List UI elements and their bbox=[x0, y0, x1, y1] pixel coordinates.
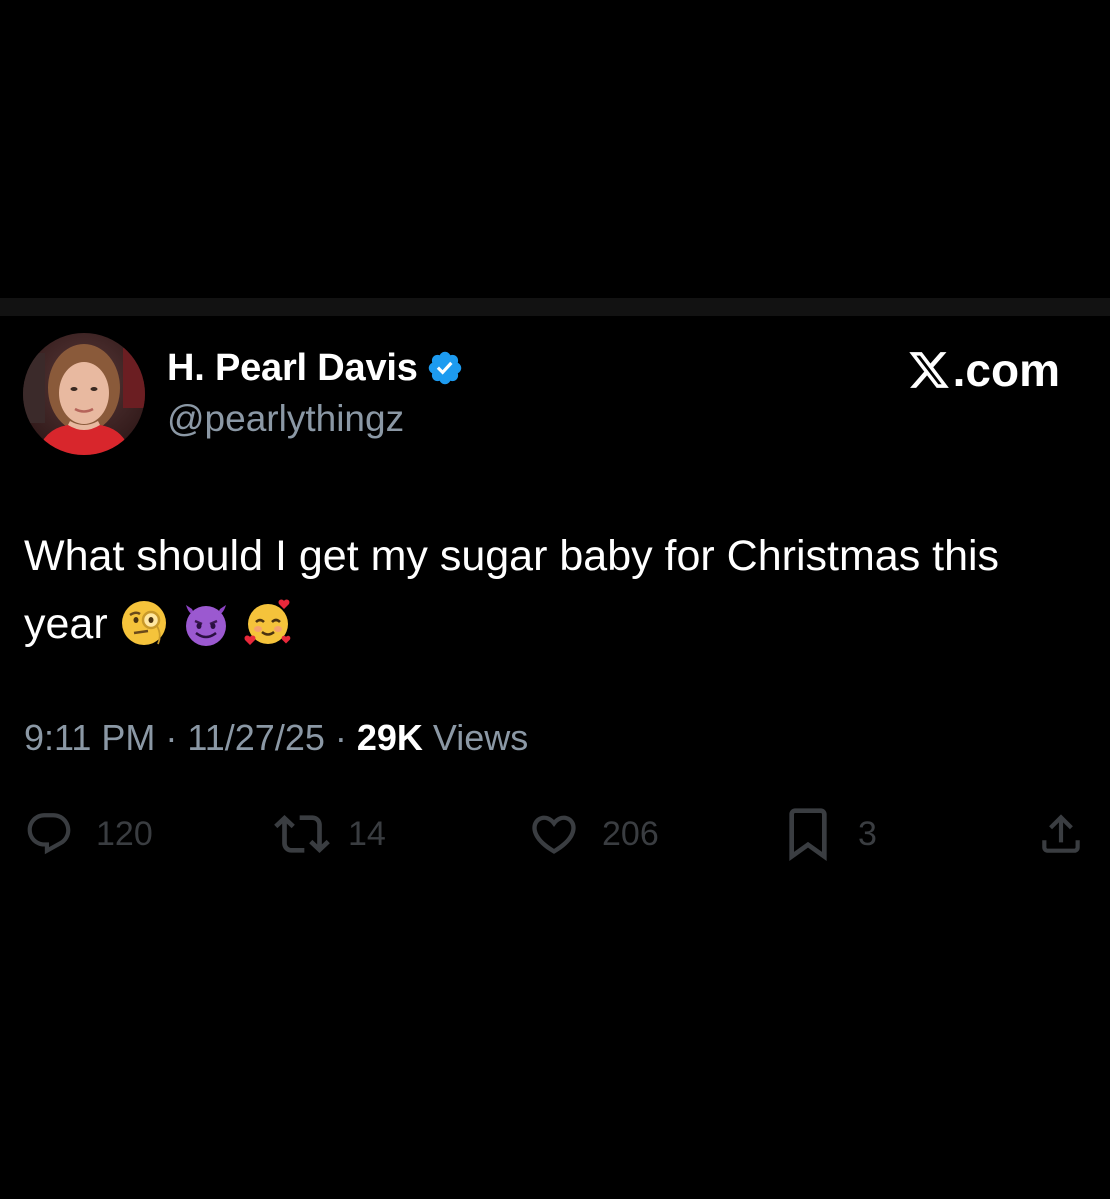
repost-icon bbox=[274, 806, 330, 862]
bookmark-icon bbox=[784, 806, 832, 862]
share-icon bbox=[1036, 809, 1086, 859]
verified-badge-icon bbox=[426, 349, 464, 387]
tweet-actions: 120 14 206 3 bbox=[0, 802, 1110, 866]
face-with-monocle-icon bbox=[118, 597, 170, 649]
share-button[interactable] bbox=[1036, 802, 1086, 866]
reply-icon bbox=[24, 809, 74, 859]
brand-suffix: .com bbox=[952, 344, 1060, 396]
repost-count: 14 bbox=[348, 814, 386, 853]
tweet-time[interactable]: 9:11 PM bbox=[24, 717, 155, 758]
views-count: 29K bbox=[356, 717, 423, 758]
tweet-emojis bbox=[118, 597, 304, 649]
tweet-meta: 9:11 PM · 11/27/25 · 29K Views bbox=[24, 717, 528, 759]
x-com-brand: .com bbox=[907, 343, 1060, 397]
bookmark-button[interactable]: 3 bbox=[784, 802, 877, 866]
x-logo-icon bbox=[907, 348, 951, 392]
reply-count: 120 bbox=[96, 814, 153, 853]
section-divider bbox=[0, 298, 1110, 316]
reply-button[interactable]: 120 bbox=[24, 802, 153, 866]
views-label: Views bbox=[422, 717, 529, 758]
author-handle[interactable]: @pearlythingz bbox=[167, 398, 404, 440]
meta-separator: · bbox=[155, 717, 188, 758]
heart-icon bbox=[528, 808, 580, 860]
avatar[interactable] bbox=[23, 333, 145, 455]
tweet-date[interactable]: 11/27/25 bbox=[187, 717, 324, 758]
like-count: 206 bbox=[602, 814, 659, 853]
tweet-body: What should I get my sugar baby for Chri… bbox=[24, 522, 1094, 658]
smiling-face-with-hearts-icon bbox=[242, 597, 294, 649]
like-button[interactable]: 206 bbox=[528, 802, 659, 866]
repost-button[interactable]: 14 bbox=[274, 802, 386, 866]
smiling-face-with-horns-icon bbox=[180, 597, 232, 649]
author-display-name[interactable]: H. Pearl Davis bbox=[167, 347, 418, 390]
bookmark-count: 3 bbox=[858, 814, 877, 853]
author-name-row[interactable]: H. Pearl Davis bbox=[167, 343, 464, 393]
meta-separator: · bbox=[324, 717, 357, 758]
